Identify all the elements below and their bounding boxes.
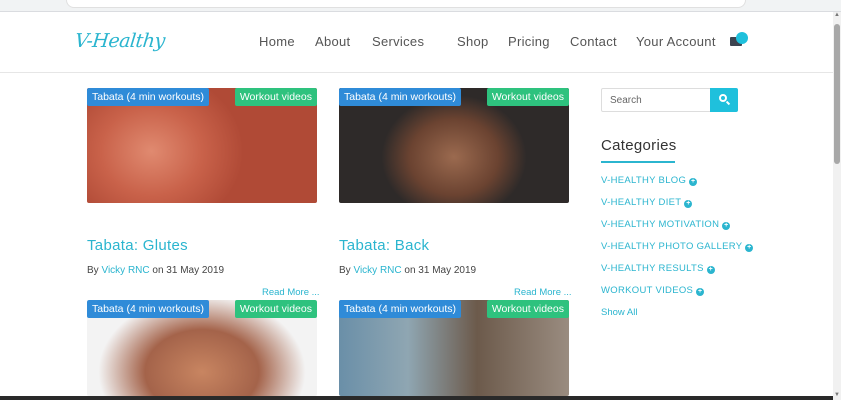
nav-services[interactable]: Services bbox=[372, 34, 457, 49]
plus-circle-icon: + bbox=[745, 244, 754, 252]
nav-contact[interactable]: Contact bbox=[570, 34, 636, 49]
show-all-link[interactable]: Show All bbox=[601, 307, 637, 318]
scroll-up-icon[interactable]: ▲ bbox=[834, 12, 840, 18]
post-date: 31 May 2019 bbox=[418, 265, 477, 276]
by-label: By bbox=[339, 265, 351, 276]
category-link-diet[interactable]: V-HEALTHY DIET + bbox=[601, 197, 693, 208]
date-prefix: on bbox=[152, 265, 164, 276]
tag-badge[interactable]: Workout videos bbox=[486, 300, 569, 318]
plus-circle-icon: + bbox=[689, 178, 698, 186]
main-nav: Home About Services Shop Pricing Contact… bbox=[259, 34, 736, 49]
nav-your-account[interactable]: Your Account bbox=[636, 34, 736, 49]
nav-home[interactable]: Home bbox=[259, 34, 315, 49]
tag-badge[interactable]: Workout videos bbox=[234, 300, 317, 318]
category-label: V-HEALTHY BLOG bbox=[601, 175, 687, 186]
nav-pricing[interactable]: Pricing bbox=[508, 34, 570, 49]
cart-icon[interactable] bbox=[728, 32, 750, 50]
site-logo[interactable]: V-Healthy bbox=[74, 30, 166, 52]
scroll-down-icon[interactable]: ▼ bbox=[834, 392, 840, 398]
category-label: V-HEALTHY MOTIVATION bbox=[601, 219, 720, 230]
tag-badge[interactable]: Workout videos bbox=[234, 88, 317, 106]
post-title[interactable]: Tabata: Glutes bbox=[87, 237, 188, 254]
post-title[interactable]: Tabata: Back bbox=[339, 237, 429, 254]
post-card-back: Tabata (4 min workouts) Workout videos bbox=[339, 88, 569, 203]
site-header: V-Healthy Home About Services Shop Prici… bbox=[0, 12, 833, 73]
search-button[interactable] bbox=[710, 88, 738, 112]
plus-circle-icon: + bbox=[722, 222, 731, 230]
search-icon-handle bbox=[725, 100, 731, 106]
post-image-legs[interactable]: Tabata (4 min workouts) Workout videos bbox=[339, 300, 569, 396]
search-input[interactable]: Search bbox=[601, 88, 711, 112]
post-card-glutes: Tabata (4 min workouts) Workout videos bbox=[87, 88, 317, 203]
scrollbar-thumb[interactable] bbox=[834, 24, 840, 164]
cart-count-dot bbox=[736, 32, 748, 44]
category-link-motivation[interactable]: V-HEALTHY MOTIVATION + bbox=[601, 219, 731, 230]
post-meta: By Vicky RNC on 31 May 2019 bbox=[87, 265, 224, 276]
taskbar-edge bbox=[0, 396, 833, 400]
category-label: WORKOUT VIDEOS bbox=[601, 285, 694, 296]
category-link-results[interactable]: V-HEALTHY RESULTS + bbox=[601, 263, 715, 274]
categories-heading: Categories bbox=[601, 137, 677, 154]
tag-badge[interactable]: Workout videos bbox=[486, 88, 569, 106]
by-label: By bbox=[87, 265, 99, 276]
categories-underline bbox=[601, 161, 675, 163]
category-link-workout-videos[interactable]: WORKOUT VIDEOS + bbox=[601, 285, 705, 296]
post-date: 31 May 2019 bbox=[166, 265, 225, 276]
read-more-link[interactable]: Read More ... bbox=[262, 287, 320, 298]
category-badge[interactable]: Tabata (4 min workouts) bbox=[339, 88, 462, 106]
author-link[interactable]: Vicky RNC bbox=[353, 265, 401, 276]
nav-about[interactable]: About bbox=[315, 34, 372, 49]
plus-circle-icon: + bbox=[696, 288, 705, 296]
post-meta: By Vicky RNC on 31 May 2019 bbox=[339, 265, 476, 276]
category-badge[interactable]: Tabata (4 min workouts) bbox=[339, 300, 462, 318]
nav-shop[interactable]: Shop bbox=[457, 34, 508, 49]
page-scrollbar[interactable]: ▲ ▼ bbox=[833, 12, 841, 400]
category-link-blog[interactable]: V-HEALTHY BLOG + bbox=[601, 175, 698, 186]
post-card-abs: Tabata (4 min workouts) Workout videos bbox=[87, 300, 317, 396]
category-badge[interactable]: Tabata (4 min workouts) bbox=[87, 300, 210, 318]
category-label: V-HEALTHY DIET bbox=[601, 197, 682, 208]
category-label: V-HEALTHY RESULTS bbox=[601, 263, 704, 274]
post-image-glutes[interactable]: Tabata (4 min workouts) Workout videos bbox=[87, 88, 317, 203]
plus-circle-icon: + bbox=[684, 200, 693, 208]
date-prefix: on bbox=[404, 265, 416, 276]
author-link[interactable]: Vicky RNC bbox=[101, 265, 149, 276]
plus-circle-icon: + bbox=[706, 266, 715, 274]
category-badge[interactable]: Tabata (4 min workouts) bbox=[87, 88, 210, 106]
address-bar[interactable] bbox=[66, 0, 746, 8]
post-image-back[interactable]: Tabata (4 min workouts) Workout videos bbox=[339, 88, 569, 203]
post-card-legs: Tabata (4 min workouts) Workout videos bbox=[339, 300, 569, 396]
category-label: V-HEALTHY PHOTO GALLERY bbox=[601, 241, 743, 252]
category-link-photo-gallery[interactable]: V-HEALTHY PHOTO GALLERY + bbox=[601, 241, 754, 252]
browser-chrome bbox=[0, 0, 841, 12]
post-image-abs[interactable]: Tabata (4 min workouts) Workout videos bbox=[87, 300, 317, 396]
read-more-link[interactable]: Read More ... bbox=[514, 287, 572, 298]
